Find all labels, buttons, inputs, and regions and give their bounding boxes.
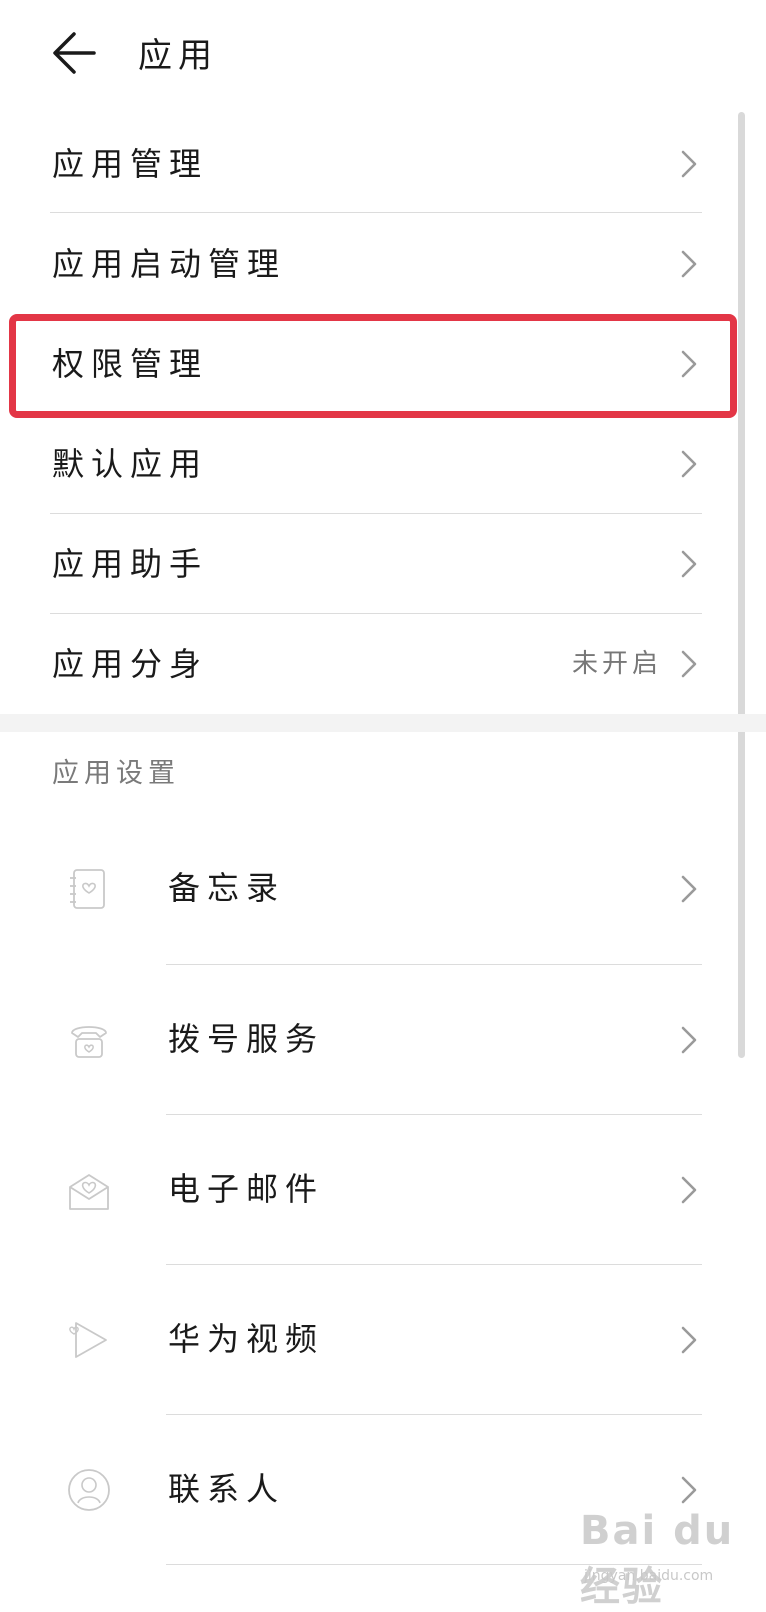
menu-item-permission-management[interactable]: 权限管理 xyxy=(50,314,702,414)
app-item-huawei-video[interactable]: 华为视频 xyxy=(50,1265,702,1415)
app-item-label: 备忘录 xyxy=(168,869,286,907)
notepad-icon xyxy=(70,869,105,909)
scrollbar[interactable] xyxy=(738,112,745,1058)
app-twin-status: 未开启 xyxy=(571,649,662,679)
chevron-right-icon xyxy=(681,450,697,478)
chevron-right-icon xyxy=(681,250,697,278)
header: 应用 xyxy=(0,0,766,110)
menu-item-default-apps[interactable]: 默认应用 xyxy=(50,414,702,514)
chevron-right-icon xyxy=(681,350,697,378)
chevron-right-icon xyxy=(681,150,697,178)
menu-item-label: 应用助手 xyxy=(52,545,209,583)
chevron-right-icon xyxy=(681,550,697,578)
app-item-label: 拨号服务 xyxy=(168,1020,325,1058)
watermark: Bai du 经验 jingyan.baidu.com xyxy=(580,1504,760,1610)
app-item-memo[interactable]: 备忘录 xyxy=(50,814,702,964)
menu-item-label: 权限管理 xyxy=(52,345,209,383)
chevron-right-icon xyxy=(681,1176,697,1204)
chevron-right-icon xyxy=(681,1026,697,1054)
contact-icon xyxy=(68,1469,110,1511)
play-icon xyxy=(69,1322,107,1358)
app-item-label: 华为视频 xyxy=(168,1320,325,1358)
menu-item-app-assistant[interactable]: 应用助手 xyxy=(50,514,702,614)
chevron-right-icon xyxy=(681,650,697,678)
envelope-icon xyxy=(69,1174,109,1210)
menu-item-label: 应用管理 xyxy=(52,145,209,183)
menu-item-app-twin[interactable]: 应用分身 未开启 xyxy=(50,614,702,714)
menu-item-label: 默认应用 xyxy=(52,445,209,483)
watermark-brand: Bai du 经验 xyxy=(580,1508,735,1610)
menu-item-app-management[interactable]: 应用管理 xyxy=(50,114,702,214)
menu-item-label: 应用分身 xyxy=(52,645,209,683)
app-item-dialer[interactable]: 拨号服务 xyxy=(50,965,702,1115)
chevron-right-icon xyxy=(681,1326,697,1354)
menu-item-label: 应用启动管理 xyxy=(52,245,287,283)
back-button[interactable] xyxy=(50,28,106,84)
section-title: 应用设置 xyxy=(52,758,180,789)
chevron-right-icon xyxy=(681,875,697,903)
watermark-url: jingyan.baidu.com xyxy=(584,1568,714,1584)
menu-item-app-launch-management[interactable]: 应用启动管理 xyxy=(50,214,702,314)
section-separator xyxy=(0,714,766,732)
app-item-email[interactable]: 电子邮件 xyxy=(50,1115,702,1265)
divider xyxy=(50,212,702,213)
chevron-right-icon xyxy=(681,1476,697,1504)
app-item-label: 电子邮件 xyxy=(168,1170,325,1208)
arrow-left-icon xyxy=(53,32,96,74)
page-title: 应用 xyxy=(138,36,218,76)
app-item-label: 联系人 xyxy=(168,1470,286,1508)
telephone-icon xyxy=(71,1026,107,1058)
